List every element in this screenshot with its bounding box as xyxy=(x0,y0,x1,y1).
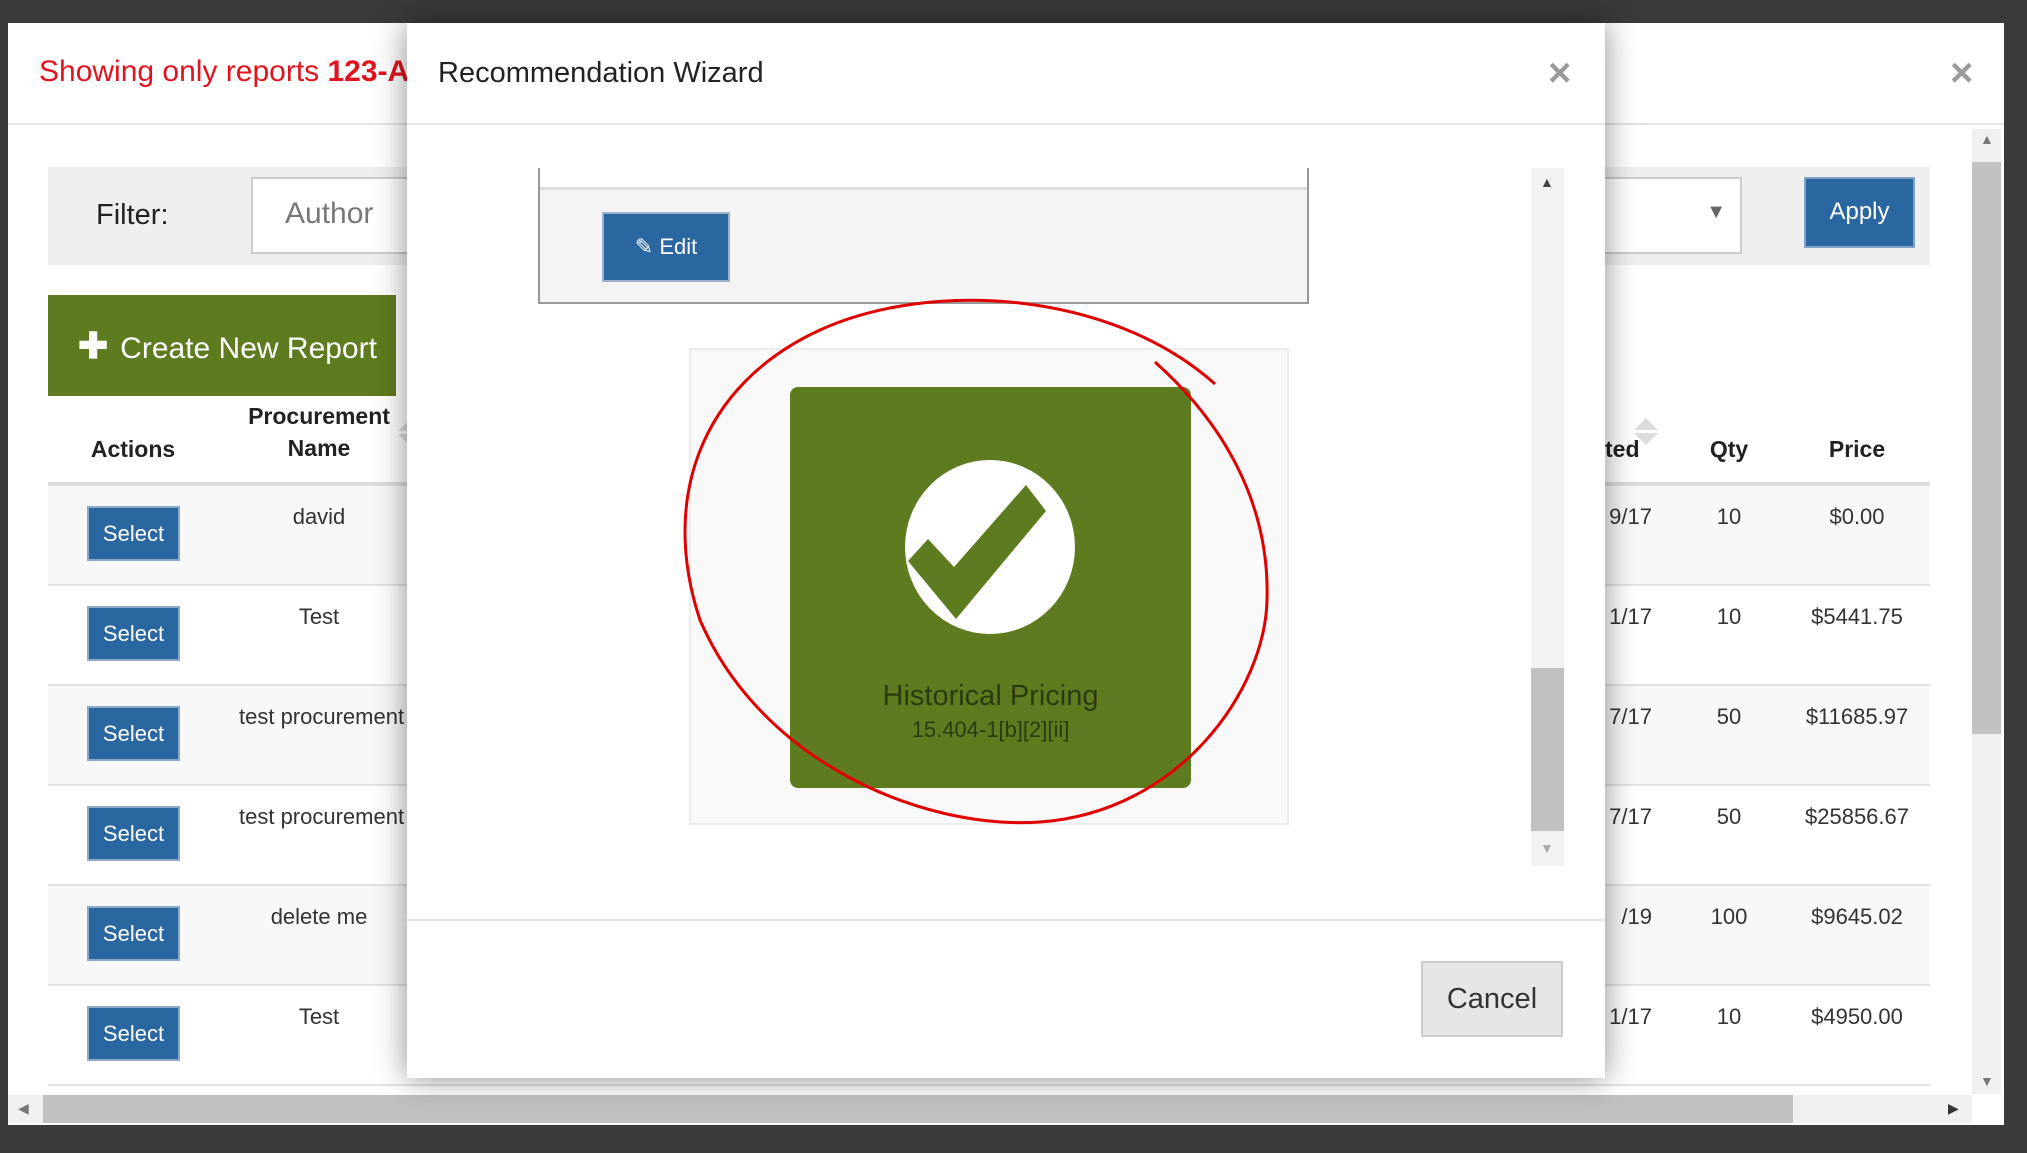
date-cell: 7/17 xyxy=(1609,804,1652,829)
price-cell: $0.00 xyxy=(1829,504,1885,529)
procurement-name-cell: david xyxy=(292,504,346,529)
filter-label: Filter: xyxy=(96,199,169,231)
procurement-name-cell: delete me xyxy=(270,904,368,929)
edit-icon: ✎ xyxy=(634,234,654,259)
cancel-button[interactable]: Cancel xyxy=(1421,961,1563,1037)
vertical-scrollbar[interactable]: ▲ ▼ xyxy=(1972,129,2001,1094)
create-label: Create New Report xyxy=(120,332,377,365)
date-cell: 1/17 xyxy=(1609,604,1652,629)
procurement-name-cell: Test xyxy=(298,1004,340,1029)
vertical-scroll-thumb[interactable] xyxy=(1972,162,2001,734)
filter-notice: Showing only reports 123-A xyxy=(39,55,410,88)
header-procurement-name[interactable]: Procurement Name xyxy=(239,403,399,462)
horizontal-scrollbar[interactable]: ◀ ▶ xyxy=(8,1095,1972,1123)
procurement-name-cell: test procurement xyxy=(239,804,405,829)
wizard-scrollbar[interactable]: ▲ ▼ xyxy=(1531,168,1564,866)
recommendation-wizard-modal: Recommendation Wizard × ✎ Edit Historica… xyxy=(407,23,1605,1078)
horizontal-scroll-thumb[interactable] xyxy=(43,1095,1793,1123)
price-cell: $5441.75 xyxy=(1811,604,1903,629)
scroll-up-icon[interactable]: ▲ xyxy=(1980,131,1994,147)
plus-icon: ✚ xyxy=(78,325,109,366)
select-button[interactable]: Select xyxy=(87,706,180,761)
tile-subtitle: 15.404-1[b][2][ii] xyxy=(911,717,1070,742)
price-cell: $25856.67 xyxy=(1805,804,1909,829)
tile-title: Historical Pricing xyxy=(882,680,1099,712)
select-button[interactable]: Select xyxy=(87,1006,180,1061)
date-cell: /19 xyxy=(1621,904,1652,929)
select-button[interactable]: Select xyxy=(87,806,180,861)
recommendation-card: Historical Pricing 15.404-1[b][2][ii] xyxy=(689,348,1289,825)
close-icon[interactable]: × xyxy=(1950,53,1973,93)
scroll-up-icon[interactable]: ▲ xyxy=(1540,174,1554,190)
scroll-right-icon[interactable]: ▶ xyxy=(1948,1100,1959,1117)
date-cell: 9/17 xyxy=(1609,504,1652,529)
scroll-down-icon[interactable]: ▼ xyxy=(1980,1073,1994,1089)
header-qty: Qty xyxy=(1709,436,1749,462)
qty-cell: 50 xyxy=(1716,804,1742,829)
scroll-left-icon[interactable]: ◀ xyxy=(18,1100,29,1117)
close-icon[interactable]: × xyxy=(1548,53,1571,93)
wizard-title: Recommendation Wizard xyxy=(438,57,764,89)
header-actions: Actions xyxy=(90,436,176,462)
select-button[interactable]: Select xyxy=(87,606,180,661)
qty-cell: 10 xyxy=(1716,504,1742,529)
apply-button[interactable]: Apply xyxy=(1804,177,1915,248)
procurement-name-cell: test procurement xyxy=(239,704,405,729)
qty-cell: 10 xyxy=(1716,1004,1742,1029)
scroll-down-icon[interactable]: ▼ xyxy=(1540,840,1554,856)
date-cell: 7/17 xyxy=(1609,704,1652,729)
wizard-scroll-thumb[interactable] xyxy=(1531,668,1564,831)
edit-button[interactable]: ✎ Edit xyxy=(602,212,730,282)
price-cell: $11685.97 xyxy=(1805,704,1909,729)
qty-cell: 10 xyxy=(1716,604,1742,629)
select-button[interactable]: Select xyxy=(87,506,180,561)
sort-icon[interactable] xyxy=(1634,418,1658,445)
procurement-name-cell: Test xyxy=(298,604,340,629)
qty-cell: 50 xyxy=(1716,704,1742,729)
footer-divider xyxy=(407,919,1605,921)
create-new-report-button[interactable]: ✚ Create New Report xyxy=(48,295,396,396)
wizard-header: Recommendation Wizard × xyxy=(407,23,1605,125)
qty-cell: 100 xyxy=(1710,904,1748,929)
price-cell: $4950.00 xyxy=(1811,1004,1903,1029)
check-circle-icon xyxy=(905,460,1075,634)
edit-label: Edit xyxy=(659,234,698,259)
chevron-down-icon: ▼ xyxy=(1706,201,1726,223)
price-cell: $9645.02 xyxy=(1811,904,1903,929)
select-button[interactable]: Select xyxy=(87,906,180,961)
previous-step-panel: ✎ Edit xyxy=(538,168,1309,304)
date-cell: 1/17 xyxy=(1609,1004,1652,1029)
header-price: Price xyxy=(1828,436,1886,462)
historical-pricing-tile[interactable]: Historical Pricing 15.404-1[b][2][ii] xyxy=(790,387,1191,788)
panel-body xyxy=(540,168,1307,190)
